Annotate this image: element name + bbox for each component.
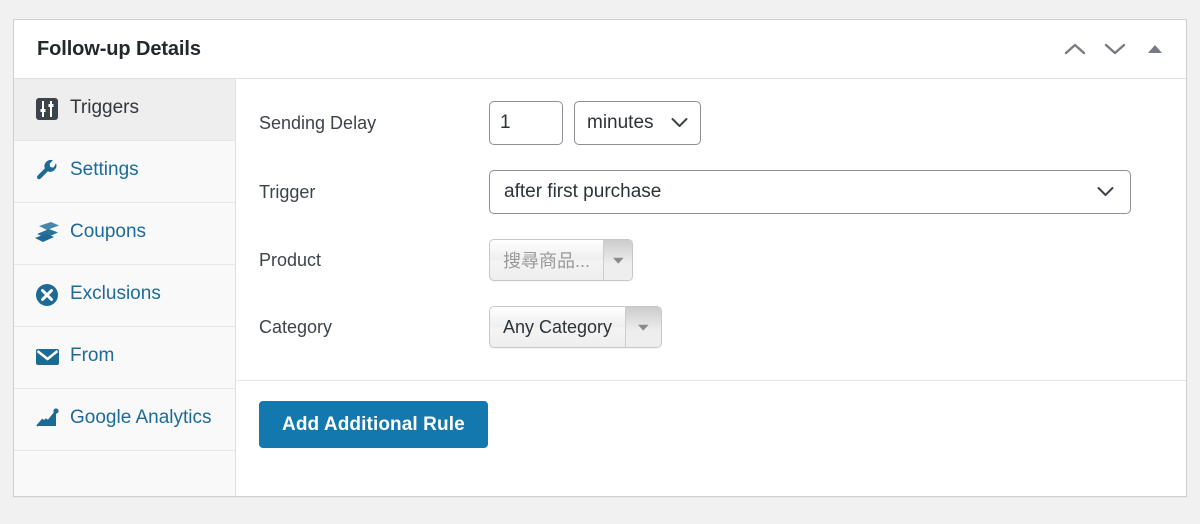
sending-delay-label: Sending Delay — [259, 113, 377, 133]
sidebar-item-triggers[interactable]: Triggers — [14, 79, 235, 141]
x-circle-icon — [34, 282, 60, 308]
panel-header: Follow-up Details — [14, 20, 1186, 79]
sidebar-item-from[interactable]: From — [14, 327, 235, 389]
chevron-up-icon — [1064, 42, 1086, 56]
sidebar-item-label: Settings — [70, 159, 139, 180]
panel-header-actions — [1056, 30, 1174, 68]
sidebar-item-label: Triggers — [70, 97, 139, 118]
sidebar-item-coupons[interactable]: Coupons — [14, 203, 235, 265]
move-down-button[interactable] — [1096, 30, 1134, 68]
screen: Follow-up Details Triggers Settings Coup… — [0, 0, 1200, 524]
sidebar-item-settings[interactable]: Settings — [14, 141, 235, 203]
field-row-product: Product 搜尋商品... — [259, 239, 1156, 281]
triangle-up-icon — [1147, 44, 1163, 54]
field-row-trigger: Trigger after first purchase — [259, 170, 1156, 214]
category-select2[interactable]: Any Category — [489, 306, 662, 348]
sending-delay-unit-value: minutes — [587, 112, 654, 133]
product-control: 搜尋商品... — [489, 239, 1156, 281]
sidebar-item-label: Exclusions — [70, 283, 161, 304]
sending-delay-unit-select[interactable]: minutes — [574, 101, 701, 145]
trigger-label: Trigger — [259, 182, 316, 202]
product-select2[interactable]: 搜尋商品... — [489, 239, 633, 281]
wrench-icon — [34, 158, 60, 184]
page-title: Follow-up Details — [37, 38, 201, 60]
trigger-select-value: after first purchase — [504, 181, 662, 202]
sending-delay-input[interactable] — [489, 101, 563, 145]
analytics-chart-icon — [34, 406, 60, 432]
chevron-down-icon — [1104, 42, 1126, 56]
product-label: Product — [259, 250, 322, 270]
trigger-control: after first purchase — [489, 170, 1156, 214]
dropdown-arrow-icon[interactable] — [603, 240, 632, 280]
panel-content: Sending Delay minutes — [236, 79, 1186, 496]
category-control: Any Category — [489, 306, 1156, 348]
sidebar-item-google-analytics[interactable]: Google Analytics — [14, 389, 235, 451]
move-up-button[interactable] — [1056, 30, 1094, 68]
dropdown-arrow-icon[interactable] — [625, 307, 661, 347]
product-placeholder: 搜尋商品... — [503, 251, 591, 271]
sidebar-item-label: From — [70, 345, 115, 366]
field-row-category: Category Any Category — [259, 306, 1156, 348]
sidebar-item-label: Google Analytics — [70, 407, 212, 428]
chevron-down-icon — [671, 112, 688, 134]
trigger-select[interactable]: after first purchase — [489, 170, 1131, 214]
trigger-rule-fields: Sending Delay minutes — [236, 79, 1186, 381]
sliders-icon — [34, 96, 60, 122]
panel-sidebar: Triggers Settings Coupons Exclusions Fro… — [14, 79, 236, 496]
chevron-down-icon — [1097, 181, 1114, 203]
tickets-icon — [34, 220, 60, 246]
follow-up-details-panel: Follow-up Details Triggers Settings Coup… — [13, 19, 1187, 497]
add-additional-rule-button[interactable]: Add Additional Rule — [259, 401, 488, 448]
sending-delay-control: minutes — [489, 101, 1156, 145]
category-selected-value: Any Category — [503, 316, 613, 337]
sidebar-item-label: Coupons — [70, 221, 147, 242]
sidebar-item-exclusions[interactable]: Exclusions — [14, 265, 235, 327]
toggle-panel-button[interactable] — [1136, 30, 1174, 68]
panel-actions: Add Additional Rule — [236, 381, 1186, 496]
envelope-icon — [34, 344, 60, 370]
field-row-sending-delay: Sending Delay minutes — [259, 101, 1156, 145]
category-label: Category — [259, 317, 333, 337]
panel-body: Triggers Settings Coupons Exclusions Fro… — [14, 79, 1186, 496]
